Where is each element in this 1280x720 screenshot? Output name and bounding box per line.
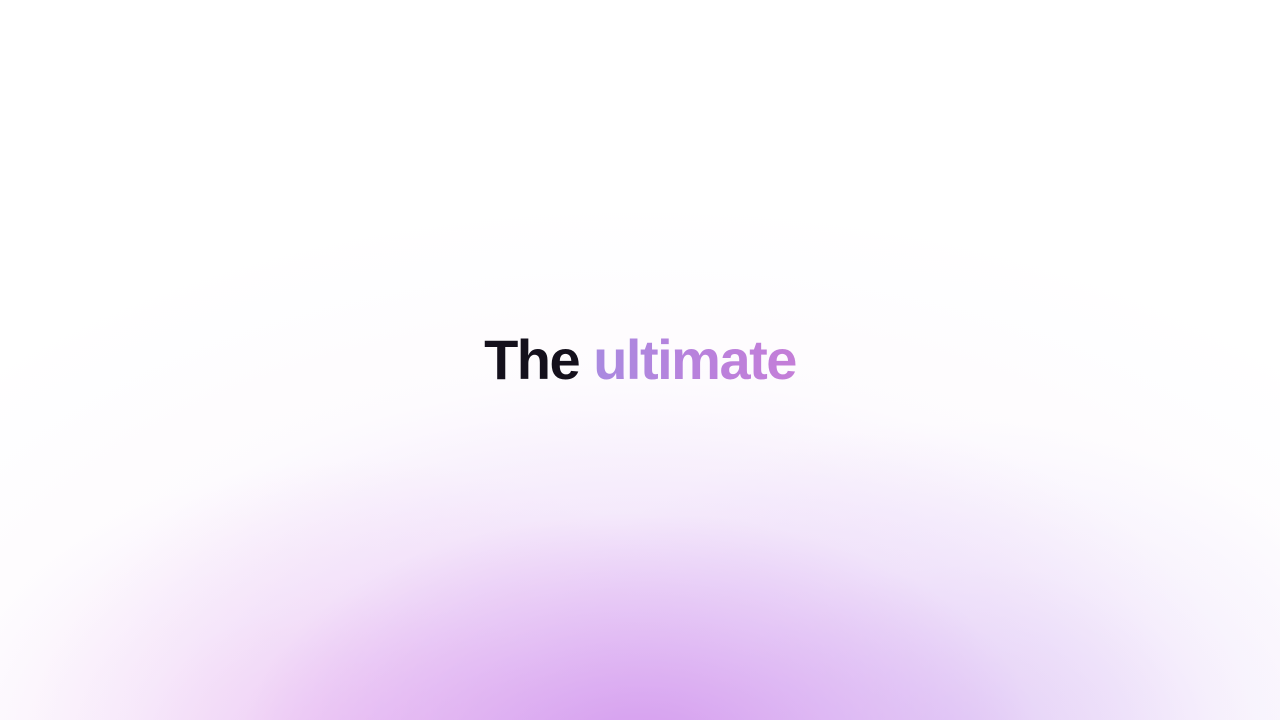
headline-word-ultimate: ultimate (593, 328, 797, 391)
hero-headline: The ultimate (0, 322, 1280, 398)
headline-word-the: The (484, 328, 581, 391)
hero-section: The ultimate (0, 0, 1280, 720)
